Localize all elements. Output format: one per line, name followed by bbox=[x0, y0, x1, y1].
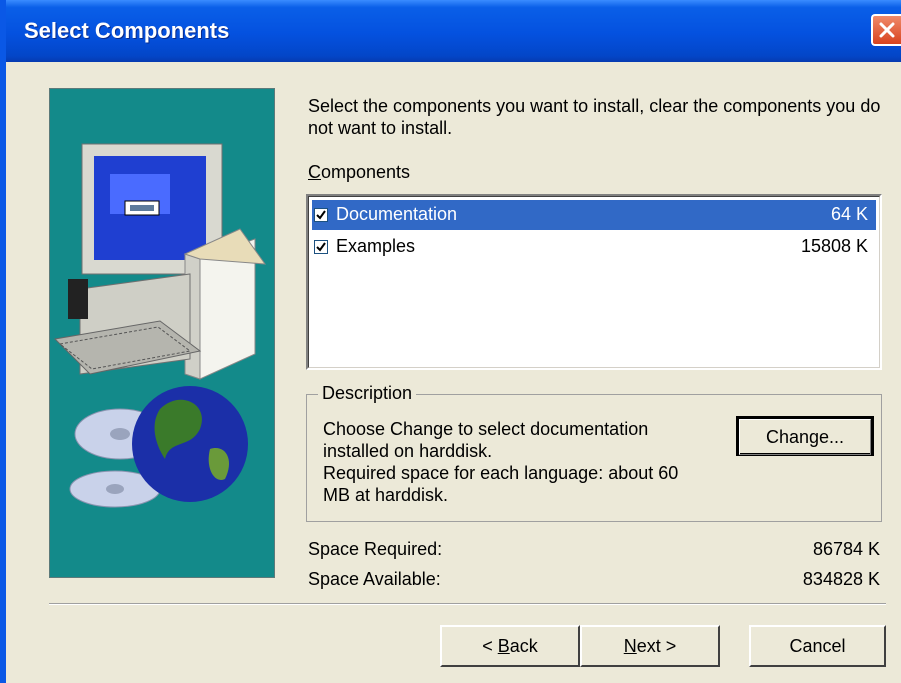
space-required-label: Space Required: bbox=[308, 539, 443, 559]
checkmark-icon bbox=[316, 210, 326, 220]
component-name: Examples bbox=[336, 236, 416, 256]
change-button-label: Change... bbox=[739, 419, 871, 455]
components-label: Components bbox=[308, 161, 410, 183]
description-legend: Description bbox=[318, 383, 417, 404]
description-line: MB at harddisk. bbox=[323, 485, 449, 505]
change-button[interactable]: Change... bbox=[736, 416, 874, 456]
list-item[interactable]: Documentation 64 K bbox=[312, 200, 876, 230]
space-available-label: Space Available: bbox=[308, 569, 441, 589]
close-button[interactable] bbox=[871, 14, 901, 46]
back-rest: ack bbox=[509, 636, 538, 656]
back-prefix: < bbox=[482, 636, 498, 656]
divider bbox=[49, 603, 886, 605]
components-list[interactable]: Documentation 64 K Examples 15808 K bbox=[306, 194, 882, 370]
component-size: 64 K bbox=[830, 204, 868, 224]
installer-window: Select Components Select the components … bbox=[0, 0, 901, 683]
cancel-button[interactable]: Cancel bbox=[749, 625, 886, 667]
space-available-value: 834828 K bbox=[802, 569, 880, 589]
next-button[interactable]: Next > bbox=[580, 625, 720, 667]
title-bar[interactable]: Select Components bbox=[6, 0, 901, 62]
checkmark-icon bbox=[316, 242, 326, 252]
intro-text: Select the components you want to instal… bbox=[308, 96, 881, 138]
next-accel: N bbox=[623, 636, 637, 656]
checkbox-examples[interactable] bbox=[314, 240, 328, 254]
component-name: Documentation bbox=[336, 204, 458, 224]
components-label-rest: omponents bbox=[321, 162, 411, 182]
window-title: Select Components bbox=[24, 18, 230, 43]
description-text: Choose Change to select documentation in… bbox=[323, 418, 733, 506]
checkbox-documentation[interactable] bbox=[314, 208, 328, 222]
description-line: Choose Change to select documentation bbox=[323, 419, 649, 439]
component-size: 15808 K bbox=[800, 236, 868, 256]
close-icon bbox=[879, 22, 895, 38]
back-accel: B bbox=[497, 636, 510, 656]
space-required-value: 86784 K bbox=[812, 539, 880, 559]
components-accel: C bbox=[308, 162, 321, 182]
back-button[interactable]: < Back bbox=[440, 625, 580, 667]
list-item[interactable]: Examples 15808 K bbox=[312, 232, 876, 262]
description-line: Required space for each language: about … bbox=[323, 463, 679, 483]
next-rest: ext > bbox=[636, 636, 677, 656]
installer-illustration bbox=[49, 88, 275, 578]
description-line: installed on harddisk. bbox=[323, 441, 493, 461]
